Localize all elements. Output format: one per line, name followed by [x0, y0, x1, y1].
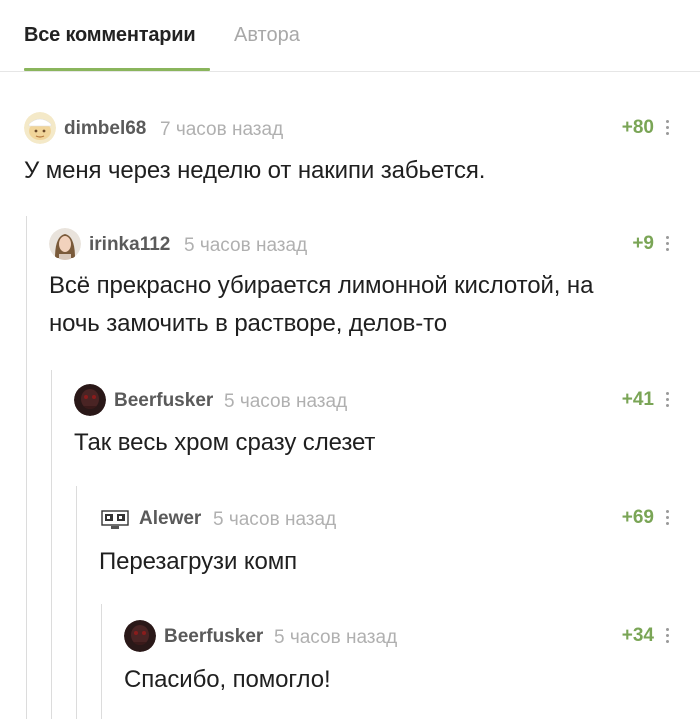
- dark-photo-avatar-icon: [124, 620, 156, 652]
- comment-rating: +80: [621, 117, 654, 138]
- avatar[interactable]: [124, 620, 156, 652]
- thread-line[interactable]: [76, 486, 77, 719]
- comment-time: 5 часов назад: [274, 627, 398, 648]
- comment-rating: +34: [621, 625, 654, 646]
- avatar[interactable]: [99, 502, 131, 534]
- comment: dimbel68 7 часов назад +80 У меня через …: [24, 112, 700, 190]
- comment-time: 5 часов назад: [213, 509, 337, 530]
- cartoon-face-avatar-icon: [24, 112, 56, 144]
- comment-header: Beerfusker 5 часов назад +34: [124, 620, 700, 656]
- comment: Beerfusker 5 часов назад +41 Так весь хр…: [74, 384, 700, 462]
- comment-header: Beerfusker 5 часов назад +41: [74, 384, 700, 420]
- comment-username[interactable]: Alewer: [139, 508, 201, 530]
- pixel-face-avatar-icon: [99, 502, 131, 534]
- comment-username[interactable]: dimbel68: [64, 118, 146, 140]
- thread-line[interactable]: [51, 370, 52, 719]
- comment-time: 5 часов назад: [224, 391, 348, 412]
- comment-rating: +41: [621, 389, 654, 410]
- comment-username[interactable]: irinka112: [89, 234, 170, 256]
- comment: Alewer 5 часов назад +69 Перезагрузи ком…: [99, 502, 700, 581]
- comment-header: dimbel68 7 часов назад +80: [24, 112, 700, 148]
- more-options-icon[interactable]: [662, 387, 672, 411]
- more-options-icon[interactable]: [662, 115, 672, 139]
- more-options-icon[interactable]: [662, 623, 672, 647]
- avatar[interactable]: [24, 112, 56, 144]
- comment-time: 7 часов назад: [160, 119, 284, 140]
- comment-time: 5 часов назад: [184, 235, 308, 256]
- more-options-icon[interactable]: [662, 505, 672, 529]
- avatar[interactable]: [49, 228, 81, 260]
- comment-header: Alewer 5 часов назад +69: [99, 502, 700, 538]
- comment-text: У меня через неделю от накипи забьется.: [24, 157, 486, 184]
- tab-all-comments[interactable]: Все комментарии: [24, 22, 196, 48]
- comment-text: Спасибо, помогло!: [124, 666, 331, 693]
- comment-username[interactable]: Beerfusker: [114, 390, 213, 412]
- photo-avatar-icon: [49, 228, 81, 260]
- comment-tabs: Все комментарии Автора: [0, 0, 700, 72]
- comment-header: irinka112 5 часов назад +9: [49, 228, 700, 264]
- dark-photo-avatar-icon: [74, 384, 106, 416]
- more-options-icon[interactable]: [662, 231, 672, 255]
- active-tab-indicator: [24, 68, 210, 71]
- thread-line[interactable]: [26, 216, 27, 719]
- comment-rating: +69: [621, 507, 654, 528]
- comment-rating: +9: [632, 233, 654, 254]
- comment-username[interactable]: Beerfusker: [164, 626, 263, 648]
- comment-text: Так весь хром сразу слезет: [74, 429, 376, 456]
- thread-line[interactable]: [101, 604, 102, 719]
- comment: irinka112 5 часов назад +9 Всё прекрасно…: [49, 228, 700, 343]
- comment-text: Перезагрузи комп: [99, 548, 298, 575]
- tab-author[interactable]: Автора: [234, 22, 300, 48]
- avatar[interactable]: [74, 384, 106, 416]
- comment: Beerfusker 5 часов назад +34 Спасибо, по…: [124, 620, 700, 699]
- comment-text: Всё прекрасно убирается лимонной кислото…: [49, 272, 594, 337]
